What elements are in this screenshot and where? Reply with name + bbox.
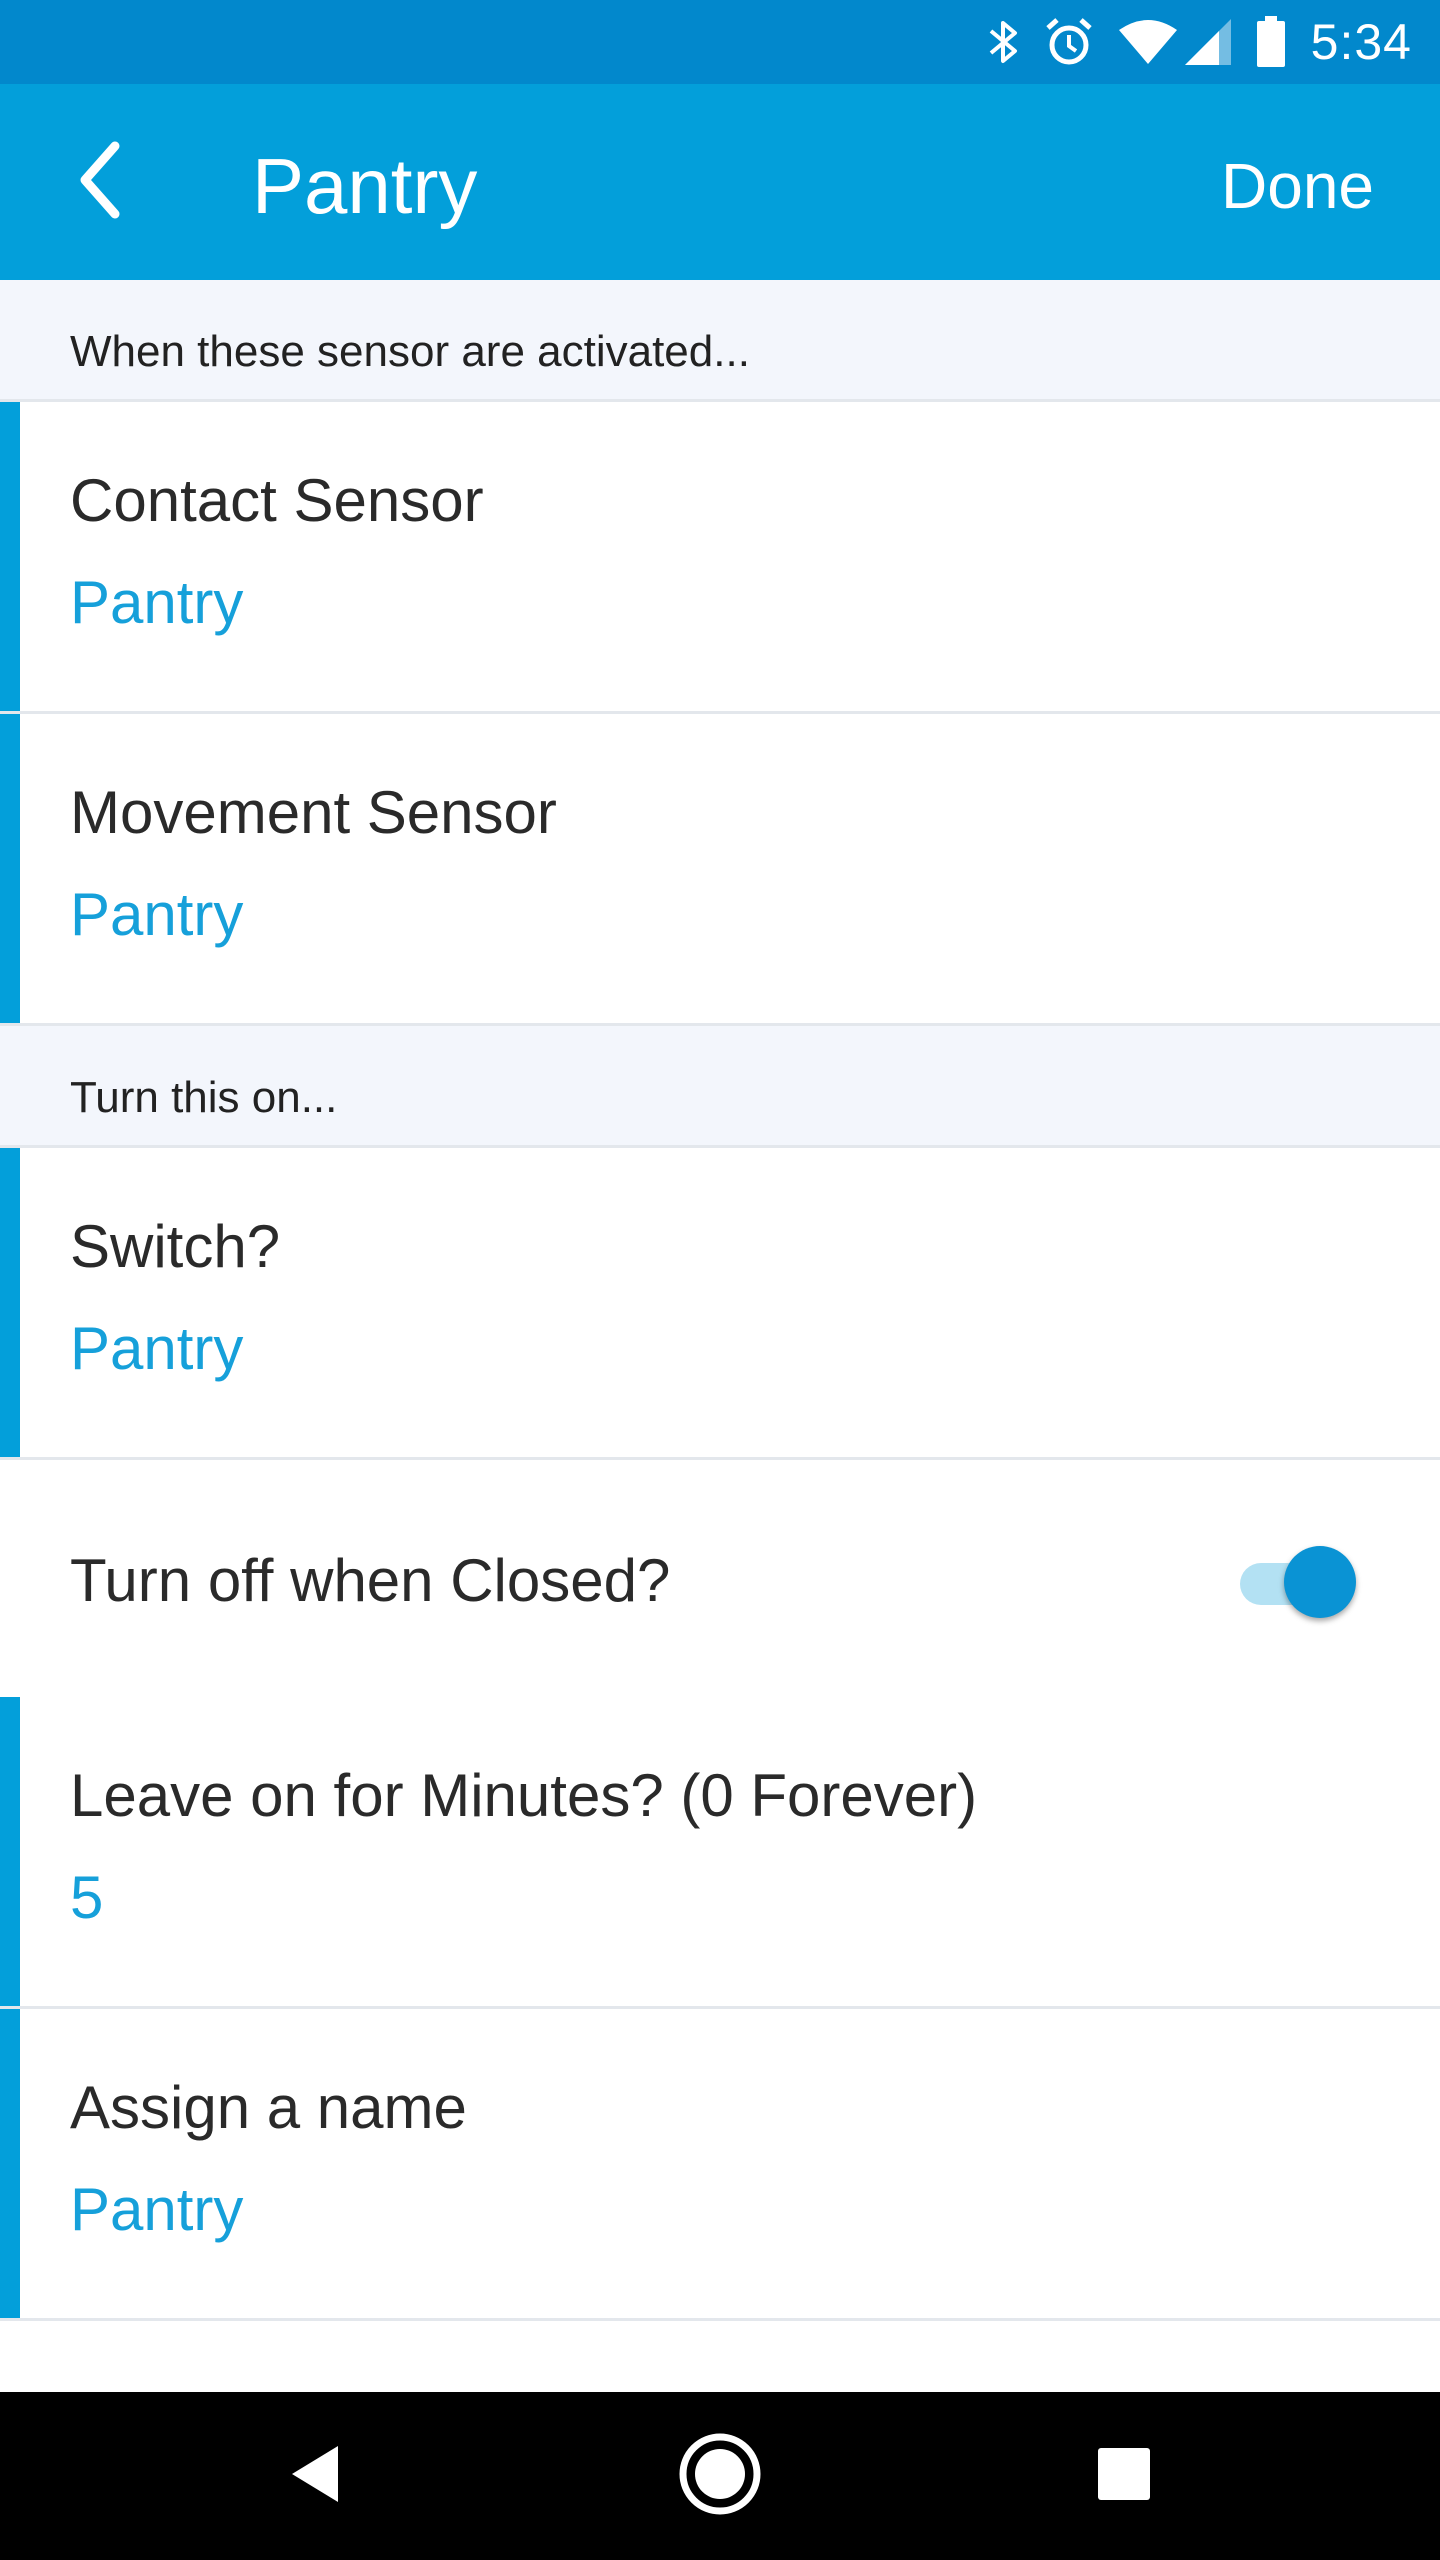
system-nav-bar [0,2392,1440,2560]
row-accent-bar [0,1697,20,2006]
toggle-thumb [1284,1546,1356,1618]
status-bar: 5:34 [0,0,1440,84]
recents-square-icon [1096,2446,1152,2507]
turn-off-when-closed-toggle[interactable] [1240,1540,1360,1620]
section-header-actions: Turn this on... [0,1026,1440,1148]
status-time: 5:34 [1310,14,1412,70]
turn-off-when-closed-label: Turn off when Closed? [70,1547,671,1614]
contact-sensor-label: Contact Sensor [70,467,484,534]
assign-name-value: Pantry [70,2176,244,2243]
movement-sensor-label: Movement Sensor [70,779,557,846]
assign-name-label: Assign a name [70,2074,467,2141]
row-accent-bar [0,1148,20,1457]
battery-icon [1255,16,1287,68]
cell-signal-icon [1183,17,1233,67]
leave-on-minutes-value: 5 [70,1864,104,1931]
app-bar: Pantry Done [0,84,1440,280]
nav-back-button[interactable] [266,2426,366,2526]
leave-on-minutes-label: Leave on for Minutes? (0 Forever) [70,1762,978,1829]
movement-sensor-row[interactable]: Movement Sensor Pantry [0,714,1440,1026]
back-triangle-icon [286,2442,346,2511]
section-header-label: Turn this on... [70,1073,338,1122]
switch-label: Switch? [70,1213,281,1280]
status-icons: 5:34 [965,0,1412,84]
switch-value: Pantry [70,1315,244,1382]
page-title: Pantry [252,142,478,230]
assign-name-row[interactable]: Assign a name Pantry [0,2009,1440,2321]
bluetooth-icon [987,17,1021,67]
contact-sensor-row[interactable]: Contact Sensor Pantry [0,402,1440,714]
wifi-icon [1117,18,1179,66]
leave-on-minutes-row[interactable]: Leave on for Minutes? (0 Forever) 5 [0,1697,1440,2009]
row-accent-bar [0,402,20,711]
turn-off-when-closed-row: Turn off when Closed? [0,1460,1440,1697]
switch-row[interactable]: Switch? Pantry [0,1148,1440,1460]
done-button[interactable]: Done [1221,146,1374,226]
alarm-icon [1043,16,1095,68]
contact-sensor-value: Pantry [70,569,244,636]
movement-sensor-value: Pantry [70,881,244,948]
home-circle-icon [677,2431,763,2522]
section-header-sensors: When these sensor are activated... [0,280,1440,402]
back-button[interactable] [52,134,148,230]
chevron-left-icon [75,140,125,225]
nav-home-button[interactable] [670,2426,770,2526]
settings-list: When these sensor are activated... Conta… [0,280,1440,2321]
row-accent-bar [0,714,20,1023]
nav-recents-button[interactable] [1074,2426,1174,2526]
section-header-label: When these sensor are activated... [70,327,750,376]
row-accent-bar [0,2009,20,2318]
